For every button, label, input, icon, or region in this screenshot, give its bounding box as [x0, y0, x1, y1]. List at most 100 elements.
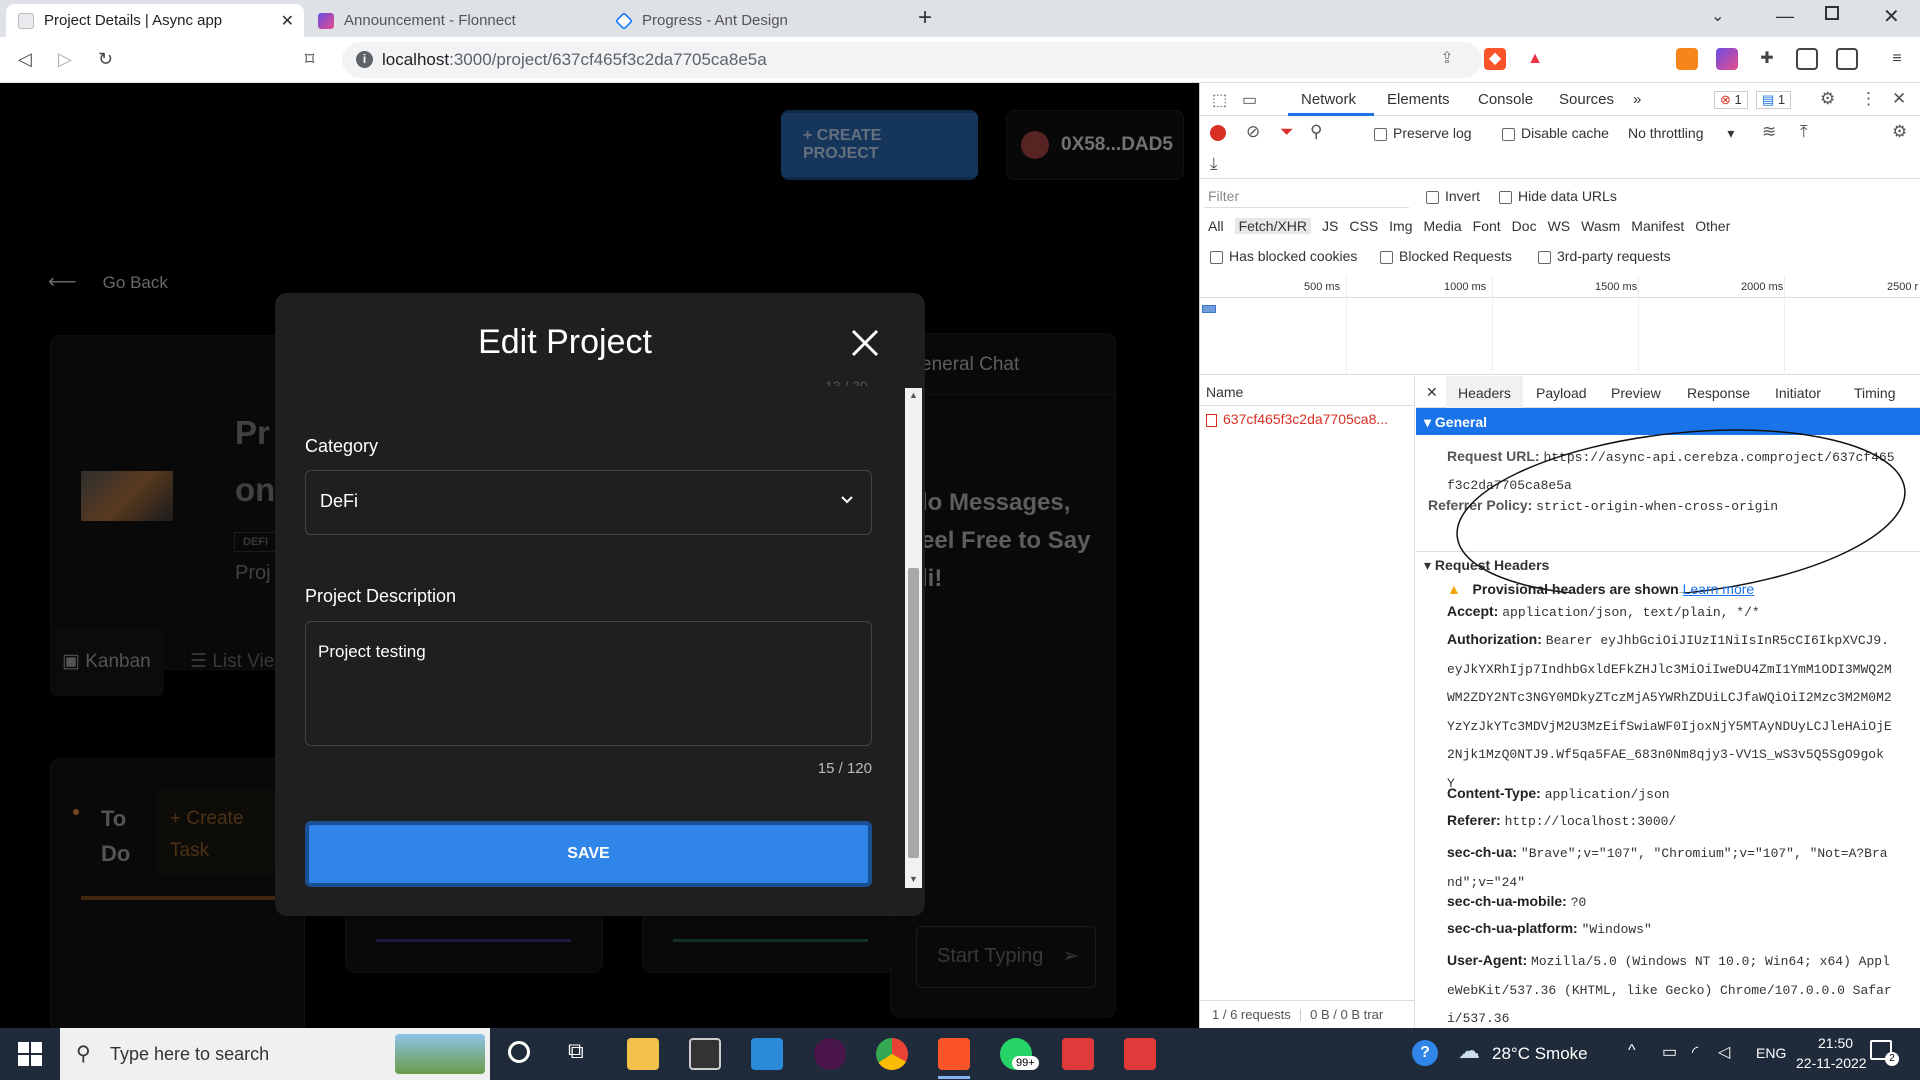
cortana-icon[interactable]: [508, 1041, 530, 1063]
close-devtools-icon[interactable]: ✕: [1892, 89, 1906, 109]
filter-ws[interactable]: WS: [1548, 218, 1571, 234]
more-tabs-icon[interactable]: »: [1633, 91, 1641, 108]
file-explorer-icon[interactable]: [627, 1038, 659, 1070]
close-window-button[interactable]: ✕: [1883, 4, 1900, 29]
anydesk-icon[interactable]: [1062, 1038, 1094, 1070]
tab-timing[interactable]: Timing: [1854, 385, 1896, 401]
search-icon[interactable]: ⚲: [1310, 122, 1322, 142]
export-har-icon[interactable]: ⤓: [1210, 154, 1218, 174]
tab-flonnect[interactable]: Announcement - Flonnect: [306, 4, 602, 37]
terminal-icon[interactable]: [689, 1038, 721, 1070]
filter-wasm[interactable]: Wasm: [1581, 218, 1620, 234]
tab-sources[interactable]: Sources: [1559, 91, 1614, 108]
tab-payload[interactable]: Payload: [1536, 385, 1587, 401]
filter-img[interactable]: Img: [1389, 218, 1412, 234]
help-icon[interactable]: ?: [1412, 1040, 1438, 1066]
third-party-checkbox[interactable]: 3rd-party requests: [1538, 248, 1671, 264]
record-icon[interactable]: [1210, 125, 1226, 141]
message-badge[interactable]: ▤ 1: [1756, 91, 1792, 109]
tab-search-icon[interactable]: ⌄: [1711, 6, 1724, 26]
clock-date[interactable]: 22-11-2022: [1796, 1055, 1867, 1071]
brave-shield-icon[interactable]: ◆: [1484, 48, 1506, 70]
filter-manifest[interactable]: Manifest: [1631, 218, 1684, 234]
filter-all[interactable]: All: [1208, 218, 1224, 234]
chrome-icon[interactable]: [876, 1038, 908, 1070]
windows-start-icon[interactable]: [18, 1042, 42, 1066]
slack-icon[interactable]: [814, 1038, 846, 1070]
share-icon[interactable]: ⇪: [1436, 48, 1458, 70]
settings-icon[interactable]: ⚙: [1820, 89, 1835, 109]
metamask-icon[interactable]: [1676, 48, 1698, 70]
filter-js[interactable]: JS: [1322, 218, 1338, 234]
chevron-up-icon[interactable]: ^: [1628, 1042, 1636, 1060]
learn-more-link[interactable]: Learn more: [1683, 581, 1755, 597]
wifi-icon[interactable]: ◜: [1692, 1042, 1698, 1062]
tab-network[interactable]: Network: [1301, 91, 1356, 108]
disable-cache-checkbox[interactable]: Disable cache: [1502, 125, 1609, 141]
tab-headers[interactable]: Headers: [1446, 376, 1523, 408]
menu-icon[interactable]: ≡: [1886, 48, 1908, 70]
reload-icon[interactable]: ↻: [98, 49, 113, 70]
language-indicator[interactable]: ENG: [1756, 1045, 1786, 1061]
filter-font[interactable]: Font: [1473, 218, 1501, 234]
more-options-icon[interactable]: ⋮: [1860, 89, 1877, 109]
hide-data-urls-checkbox[interactable]: Hide data URLs: [1499, 188, 1617, 204]
timeline-overview[interactable]: 500 ms 1000 ms 1500 ms 2000 ms 2500 r: [1200, 275, 1920, 375]
vscode-icon[interactable]: [751, 1038, 783, 1070]
tab-elements[interactable]: Elements: [1387, 91, 1450, 108]
back-icon[interactable]: ◁: [18, 49, 32, 70]
weather-icon[interactable]: ☁: [1458, 1038, 1480, 1064]
tab-initiator[interactable]: Initiator: [1775, 385, 1821, 401]
throttling-select[interactable]: No throttling ▾: [1628, 125, 1734, 142]
category-select[interactable]: DeFi: [305, 470, 872, 535]
device-toolbar-icon[interactable]: ▭: [1242, 90, 1257, 110]
tab-ant-design[interactable]: Progress - Ant Design: [604, 4, 902, 37]
error-badge[interactable]: ⊗ 1: [1714, 91, 1748, 109]
description-textarea[interactable]: Project testing: [305, 621, 872, 746]
filter-doc[interactable]: Doc: [1512, 218, 1537, 234]
brave-icon[interactable]: [938, 1038, 970, 1070]
clock-time[interactable]: 21:50: [1818, 1035, 1853, 1051]
inspect-icon[interactable]: ⬚: [1212, 90, 1227, 110]
restore-button[interactable]: [1825, 6, 1839, 20]
filter-input[interactable]: Filter: [1204, 184, 1409, 208]
site-info-icon[interactable]: i: [356, 51, 373, 68]
url-field[interactable]: i localhost:3000/project/637cf465f3c2da7…: [342, 42, 1482, 78]
tab-project-details[interactable]: Project Details | Async app ✕: [6, 4, 304, 37]
request-headers-section-header[interactable]: ▾ Request Headers: [1416, 552, 1920, 577]
scroll-down-icon[interactable]: ▼: [909, 874, 918, 884]
tab-preview[interactable]: Preview: [1611, 385, 1661, 401]
filter-other[interactable]: Other: [1695, 218, 1730, 234]
new-tab-button[interactable]: +: [918, 4, 932, 32]
task-view-icon[interactable]: ⧉: [568, 1038, 584, 1064]
flonnect-extension-icon[interactable]: [1716, 48, 1738, 70]
anydesk-icon-2[interactable]: [1124, 1038, 1156, 1070]
modal-scrollbar[interactable]: ▲ ▼: [905, 388, 922, 888]
close-icon[interactable]: [845, 323, 885, 363]
network-conditions-icon[interactable]: ≋: [1762, 122, 1776, 142]
invert-checkbox[interactable]: Invert: [1426, 188, 1480, 204]
volume-icon[interactable]: ◁: [1718, 1042, 1730, 1062]
name-column-header[interactable]: Name: [1200, 376, 1414, 406]
clear-icon[interactable]: ⊘: [1246, 122, 1260, 142]
tab-console[interactable]: Console: [1478, 91, 1533, 108]
preserve-log-checkbox[interactable]: Preserve log: [1374, 125, 1472, 141]
close-detail-icon[interactable]: ✕: [1426, 384, 1438, 401]
filter-fetch-xhr[interactable]: Fetch/XHR: [1234, 218, 1312, 234]
filter-media[interactable]: Media: [1424, 218, 1462, 234]
network-icon[interactable]: ▭: [1662, 1042, 1677, 1062]
tab-response[interactable]: Response: [1687, 385, 1750, 401]
request-row[interactable]: 637cf465f3c2da7705ca8...: [1200, 406, 1414, 432]
extensions-icon[interactable]: ✚: [1756, 48, 1778, 70]
import-har-icon[interactable]: ⤒: [1800, 122, 1808, 142]
forward-icon[interactable]: ▷: [58, 49, 72, 70]
blocked-requests-checkbox[interactable]: Blocked Requests: [1380, 248, 1512, 264]
wallet-icon[interactable]: [1836, 48, 1858, 70]
close-icon[interactable]: ✕: [281, 11, 294, 31]
brave-rewards-icon[interactable]: ▲: [1524, 48, 1546, 70]
scrollbar-thumb[interactable]: [908, 568, 919, 858]
network-settings-icon[interactable]: ⚙: [1892, 122, 1907, 142]
minimize-button[interactable]: —: [1776, 6, 1794, 27]
filter-icon[interactable]: ⏷: [1280, 122, 1294, 142]
filter-css[interactable]: CSS: [1349, 218, 1378, 234]
